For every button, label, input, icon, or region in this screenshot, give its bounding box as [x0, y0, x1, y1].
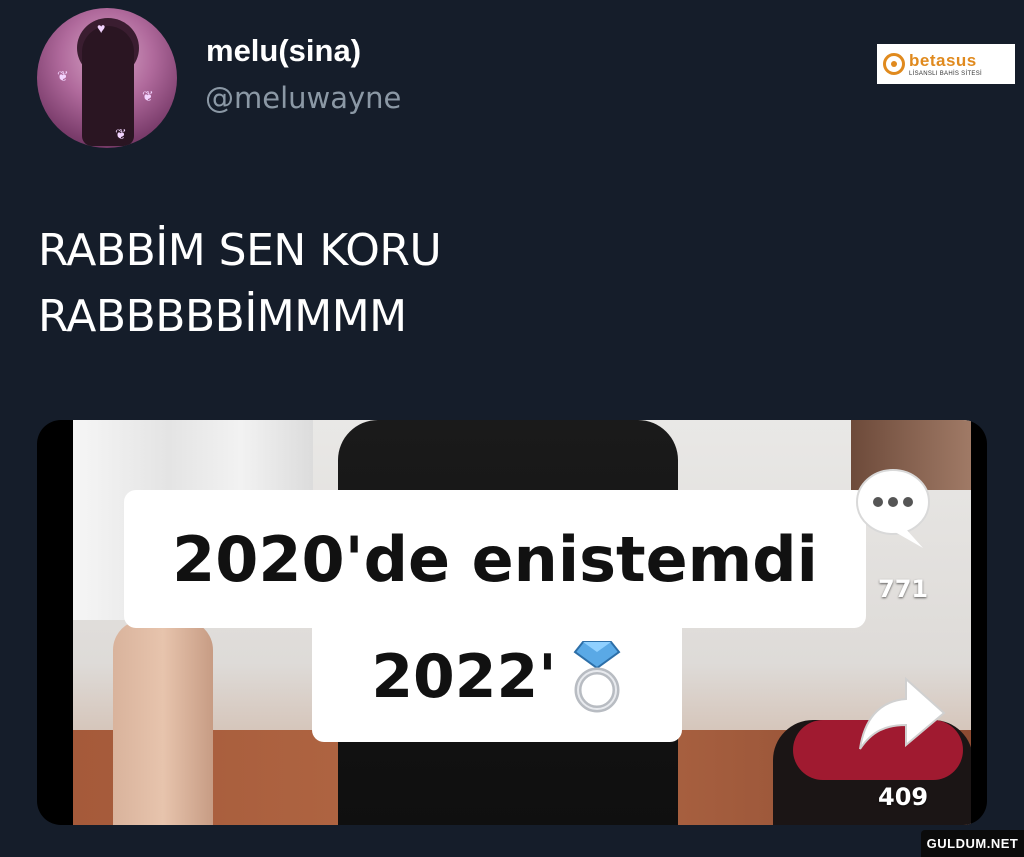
share-arrow-icon[interactable]	[856, 675, 948, 755]
butterfly-icon: ❦	[115, 126, 127, 142]
heart-icon: ♥	[97, 20, 106, 36]
profile-avatar[interactable]: ❦ ❦ ❦ ♥	[37, 8, 177, 148]
site-watermark: GULDUM.NET	[921, 830, 1024, 857]
display-name[interactable]: melu(sina)	[206, 33, 361, 69]
ring-icon	[571, 638, 623, 716]
tweet-text-line: RABBİM SEN KORU	[38, 225, 442, 276]
tweet-text-line: RABBBBBİMMMM	[38, 291, 407, 342]
caption-text: 2022'	[371, 642, 557, 712]
brand-ring-icon	[883, 53, 905, 75]
tweet-text: RABBİM SEN KORU RABBBBBİMMMM	[38, 218, 442, 350]
video-caption-line2: 2022'	[312, 612, 682, 742]
butterfly-icon: ❦	[57, 68, 69, 84]
brand-name: betasus	[909, 50, 977, 70]
comment-count: 771	[878, 575, 929, 603]
share-count: 409	[878, 783, 929, 811]
comment-bubble-icon[interactable]	[853, 462, 933, 552]
user-handle[interactable]: @meluwayne	[205, 81, 401, 115]
video-caption-line1: 2020'de enistemdi	[124, 490, 866, 628]
photo-leg	[113, 620, 213, 825]
brand-tagline: LİSANSLI BAHİS SİTESİ	[909, 70, 982, 77]
sponsor-logo: betasus LİSANSLI BAHİS SİTESİ	[877, 44, 1015, 84]
butterfly-icon: ❦	[142, 88, 154, 104]
